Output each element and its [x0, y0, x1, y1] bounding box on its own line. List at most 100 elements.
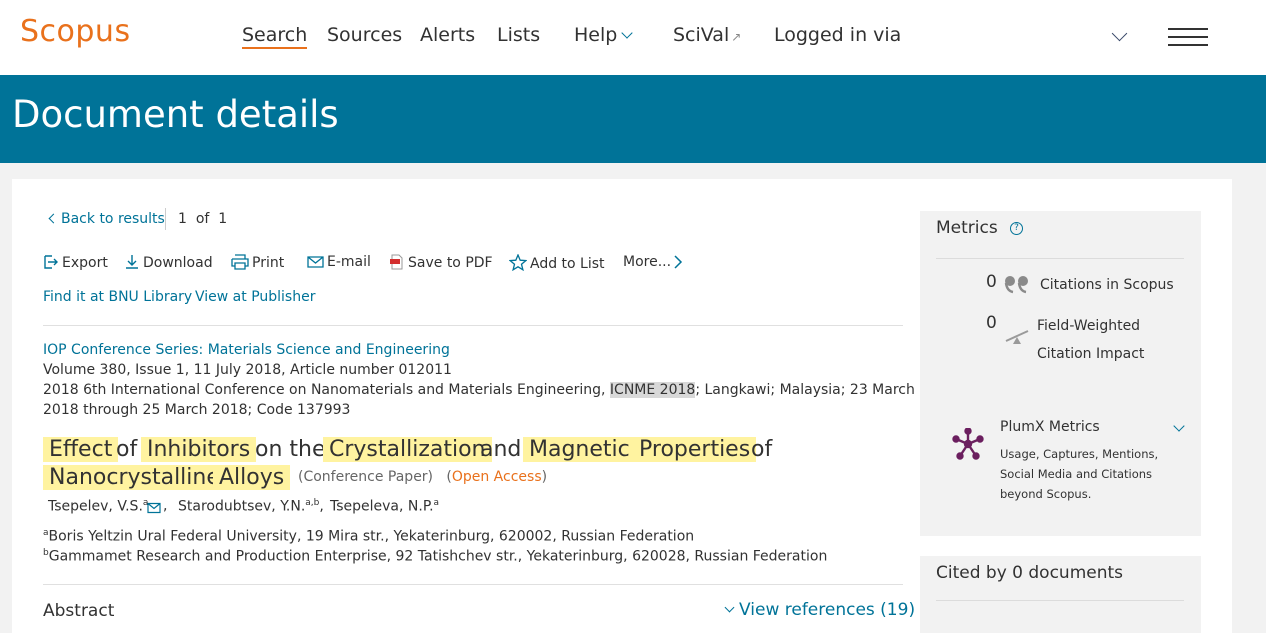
author-separator: , — [163, 498, 168, 514]
title-word: Crystallization — [323, 437, 492, 462]
author-link[interactable]: Tsepelev, V.S.a — [48, 498, 148, 515]
divider — [43, 584, 903, 585]
nav-alerts[interactable]: Alerts — [420, 24, 475, 46]
envelope-icon — [307, 256, 324, 268]
title-word: Magnetic — [523, 437, 636, 462]
conference-pre: 2018 6th International Conference on Nan… — [43, 382, 606, 398]
pdf-icon — [390, 254, 403, 270]
document-type: (Conference Paper) (Open Access) — [298, 469, 548, 485]
chevron-left-icon — [48, 213, 59, 224]
author-link[interactable]: Tsepeleva, N.P.a — [330, 498, 439, 515]
divider — [165, 208, 166, 230]
conference-post: ; Langkawi; Malaysia; 23 March — [695, 382, 915, 398]
conference-line: 2018 6th International Conference on Nan… — [43, 382, 915, 398]
plumx-description: Usage, Captures, Mentions, Social Media … — [1000, 447, 1159, 501]
affiliation-text: Boris Yeltzin Ural Federal University, 1… — [48, 528, 695, 545]
envelope-icon[interactable] — [147, 502, 161, 514]
title-word: Properties — [633, 437, 757, 462]
save-pdf-label: Save to PDF — [408, 255, 493, 271]
download-label: Download — [143, 255, 213, 271]
export-icon — [44, 255, 58, 269]
print-label: Print — [252, 255, 285, 271]
title-word: of — [751, 437, 773, 462]
view-publisher-link[interactable]: View at Publisher — [195, 289, 315, 305]
cited-by-title: Cited by 0 documents — [936, 563, 1124, 583]
title-word: on the — [255, 437, 326, 462]
title-word: and — [480, 437, 522, 462]
view-references-link[interactable]: View references (19) — [724, 600, 916, 620]
result-page: 1 — [178, 211, 187, 227]
print-button[interactable]: Print — [231, 254, 284, 271]
download-button[interactable]: Download — [124, 254, 213, 271]
author-name: Tsepelev, V.S. — [48, 498, 143, 515]
nav-scival-label: SciVal — [673, 24, 730, 46]
add-to-list-label: Add to List — [530, 256, 605, 272]
more-button[interactable]: More... — [623, 254, 686, 270]
nav-lists[interactable]: Lists — [497, 24, 540, 46]
nav-help[interactable]: Help — [574, 24, 633, 46]
affiliation: bGammamet Research and Production Enterp… — [43, 548, 827, 565]
fwci-count: 0 — [986, 313, 997, 333]
author-name: Starodubtsev, Y.N. — [178, 498, 306, 515]
volume-line: Volume 380, Issue 1, 11 July 2018, Artic… — [43, 362, 452, 378]
help-icon[interactable]: ? — [1010, 222, 1023, 235]
nav-logged-in: Logged in via — [774, 24, 902, 46]
title-word: Inhibitors — [141, 437, 257, 462]
nav-scival[interactable]: SciVal ↗ — [673, 24, 741, 46]
fwci-label[interactable]: Field-Weighted Citation Impact — [1037, 312, 1144, 368]
page-banner: Document details — [0, 75, 1266, 163]
conference-line-2: 2018 through 25 March 2018; Code 137993 — [43, 402, 351, 418]
affiliation: aBoris Yeltzin Ural Federal University, … — [43, 528, 694, 545]
author-sup: a,b — [305, 498, 320, 508]
conference-acronym: ICNME 2018 — [609, 382, 696, 398]
plumx-icon — [952, 428, 984, 460]
divider — [43, 325, 903, 326]
back-label: Back to results — [61, 211, 165, 227]
citations-count: 0 — [986, 272, 997, 292]
top-nav: Scopus Search Sources Alerts Lists Help … — [0, 0, 1266, 75]
plumx-title[interactable]: PlumX Metrics — [1000, 419, 1100, 435]
fwci-label-2: Citation Impact — [1037, 346, 1145, 362]
author-name: Tsepeleva, N.P. — [330, 498, 434, 515]
find-library-link[interactable]: Find it at BNU Library — [43, 289, 192, 305]
save-pdf-button[interactable]: Save to PDF — [389, 254, 493, 271]
nav-help-label: Help — [574, 24, 618, 46]
export-button[interactable]: Export — [43, 254, 108, 271]
author-link[interactable]: Starodubtsev, Y.N.a,b, — [178, 498, 324, 515]
scopus-logo[interactable]: Scopus — [20, 14, 131, 49]
result-counter: 1 of 1 — [178, 211, 227, 227]
printer-icon — [231, 254, 249, 270]
external-link-icon: ↗ — [731, 30, 742, 44]
email-label: E-mail — [327, 254, 371, 270]
abstract-heading: Abstract — [43, 601, 115, 621]
back-to-results-link[interactable]: Back to results — [48, 211, 165, 227]
star-icon — [508, 253, 528, 272]
open-access-badge[interactable]: Open Access — [452, 469, 542, 485]
chevron-down-icon — [621, 27, 633, 39]
download-icon — [126, 255, 138, 269]
affiliation-text: Gammamet Research and Production Enterpr… — [48, 548, 828, 565]
result-total: 1 — [218, 211, 228, 227]
chevron-right-icon — [674, 255, 683, 269]
scale-icon — [1005, 330, 1029, 344]
hamburger-menu-icon[interactable] — [1168, 28, 1208, 46]
more-label: More... — [623, 254, 672, 270]
view-references-label: View references (19) — [739, 600, 916, 620]
citations-label[interactable]: Citations in Scopus — [1040, 271, 1174, 299]
divider — [936, 258, 1184, 259]
title-word: Nanocrystalline — [43, 465, 226, 490]
title-word: Alloys — [213, 465, 291, 490]
source-title-link[interactable]: IOP Conference Series: Materials Science… — [43, 342, 450, 358]
nav-sources[interactable]: Sources — [327, 24, 402, 46]
fwci-label-1: Field-Weighted — [1037, 318, 1141, 334]
title-word: of — [116, 437, 138, 462]
email-button[interactable]: E-mail — [307, 254, 371, 270]
add-to-list-button[interactable]: Add to List — [508, 253, 605, 272]
page-title: Document details — [12, 93, 339, 136]
nav-search[interactable]: Search — [242, 24, 308, 49]
title-word: Effect — [43, 437, 119, 462]
divider — [936, 600, 1184, 601]
chevron-down-icon — [724, 602, 735, 613]
account-chevron-down-icon[interactable] — [1111, 25, 1128, 42]
author-sup: a — [433, 498, 440, 508]
